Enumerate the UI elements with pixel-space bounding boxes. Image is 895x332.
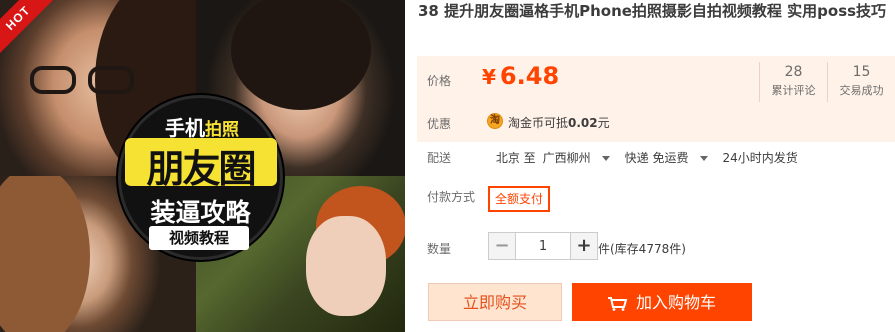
quantity-increase-button[interactable]: +	[570, 232, 598, 260]
stat-reviews-label: 累计评论	[771, 84, 816, 97]
ship-to-select[interactable]: 广西柳州	[543, 151, 618, 165]
taojinbi-coin-icon: 淘	[487, 113, 503, 129]
stat-transactions-label: 交易成功	[839, 84, 884, 97]
price-value: ¥6.48	[482, 62, 559, 90]
product-image[interactable]: HOT 手机拍照 朋友圈 装逼攻略 视频教程	[0, 0, 405, 332]
chevron-down-icon	[699, 156, 708, 161]
stat-transactions: 15 交易成功	[827, 62, 895, 102]
payment-option-full[interactable]: 全额支付	[488, 186, 551, 212]
add-to-cart-label: 加入购物车	[635, 293, 716, 312]
ship-method-select[interactable]: 快递 免运费	[625, 151, 716, 165]
product-title: 38 提升朋友圈逼格手机Phone拍照摄影自拍视频教程 实用poss技巧	[418, 2, 887, 20]
ship-from: 北京 至	[495, 151, 536, 165]
price-panel: 价格 ¥6.48 28 累计评论 15 交易成功 优惠 淘 淘金币可抵0.02元	[417, 56, 895, 142]
hair-shape	[0, 176, 90, 332]
stat-transactions-count: 15	[852, 64, 871, 80]
stat-reviews-count: 28	[784, 64, 803, 80]
stock-text: 件(库存4778件)	[598, 242, 686, 256]
skin-shape	[306, 216, 386, 316]
promo-amount: 0.02	[568, 116, 598, 130]
ship-method-value: 快递 免运费	[624, 151, 689, 165]
price-amount: 6.48	[499, 62, 560, 90]
badge-top-left: 手机	[165, 116, 205, 140]
buy-now-button[interactable]: 立即购买	[428, 283, 562, 321]
promo-text-prefix: 淘金币可抵	[508, 116, 569, 130]
price-label: 价格	[427, 74, 452, 88]
badge-top-text: 手机拍照	[143, 112, 261, 141]
sales-stats: 28 累计评论 15 交易成功	[759, 62, 895, 102]
badge-tag-text: 视频教程	[149, 226, 249, 250]
shopping-cart-icon	[607, 296, 628, 311]
hair-shape	[231, 0, 371, 110]
add-to-cart-button[interactable]: 加入购物车	[572, 283, 752, 321]
promo-unit: 元	[597, 116, 610, 130]
glasses-shape	[30, 66, 140, 96]
promo-circle-badge: 手机拍照 朋友圈 装逼攻略 视频教程	[118, 95, 283, 260]
badge-main-text: 朋友圈	[146, 147, 256, 191]
promo-text: 淘金币可抵0.02元	[508, 114, 610, 131]
promo-label: 优惠	[427, 117, 452, 131]
payment-label: 付款方式	[427, 190, 476, 204]
currency-symbol: ¥	[482, 65, 496, 89]
quantity-input[interactable]	[516, 232, 570, 260]
quantity-stepper: − +	[488, 232, 598, 260]
badge-top-right: 拍照	[205, 120, 239, 140]
quantity-label: 数量	[427, 242, 452, 256]
ship-time: 24小时内发货	[722, 151, 798, 165]
ship-to-value: 广西柳州	[542, 151, 591, 165]
badge-sub-text: 装逼攻略	[150, 198, 251, 227]
shipping-row: 配送 北京 至广西柳州 快递 免运费 24小时内发货	[427, 149, 805, 166]
shipping-label: 配送	[427, 151, 452, 165]
chevron-down-icon	[601, 156, 610, 161]
price-row: 价格 ¥6.48 28 累计评论 15 交易成功	[417, 56, 895, 106]
stat-reviews[interactable]: 28 累计评论	[759, 62, 827, 102]
quantity-decrease-button[interactable]: −	[488, 232, 516, 260]
promo-row: 优惠 淘 淘金币可抵0.02元	[417, 108, 895, 138]
